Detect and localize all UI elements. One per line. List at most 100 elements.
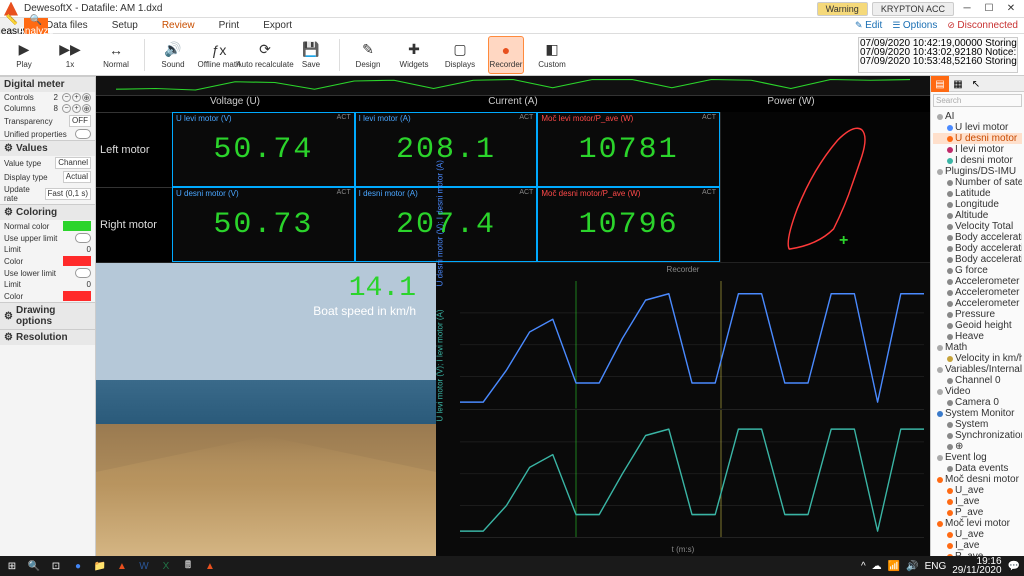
tree-node[interactable]: Accelerometer Y [933, 287, 1022, 298]
search-icon[interactable]: 🔍 [26, 558, 42, 574]
tray-wifi-icon[interactable]: 📶 [888, 561, 900, 572]
taskbar-clock[interactable]: 19:1629/11/2020 [952, 557, 1001, 575]
ribbon-sound-button[interactable]: 🔊Sound [155, 36, 191, 74]
tray-up-icon[interactable]: ^ [861, 561, 866, 572]
transparency-select[interactable]: OFF [69, 115, 91, 127]
menu-setup[interactable]: Setup [110, 20, 140, 31]
options-link[interactable]: ☰ Options [892, 20, 937, 31]
coloring-header[interactable]: ⚙ Coloring [0, 204, 95, 220]
lower-color-swatch[interactable] [63, 291, 91, 301]
tree-node[interactable]: I levi motor [933, 144, 1022, 155]
tree-tab-3[interactable]: ↖ [967, 76, 985, 92]
event-log[interactable]: 07/09/2020 10:42:19,00000 Storing starte… [858, 37, 1018, 73]
digital-meter[interactable]: Moč levi motor/P_ave (W)ACT10781 [537, 112, 720, 187]
tree-node[interactable]: Heave [933, 331, 1022, 342]
channel-search-input[interactable]: Search [933, 94, 1022, 107]
tree-node[interactable]: System [933, 419, 1022, 430]
tree-node[interactable]: Latitude [933, 188, 1022, 199]
close-button[interactable]: ✕ [1002, 2, 1020, 16]
timeline-overview[interactable] [96, 76, 930, 96]
tree-node[interactable]: I_ave [933, 496, 1022, 507]
upper-toggle[interactable] [75, 233, 91, 243]
tree-node[interactable]: Channel 0 [933, 375, 1022, 386]
digital-meter[interactable]: I desni motor (A)ACT207.4 [355, 187, 538, 262]
warning-badge[interactable]: Warning [817, 2, 868, 16]
normal-color-swatch[interactable] [63, 221, 91, 231]
tree-node[interactable]: Accelerometer Z [933, 298, 1022, 309]
dewesoft-icon[interactable]: ▲ [202, 558, 218, 574]
tree-node[interactable]: ⊕ [933, 441, 1022, 452]
digital-meter[interactable]: Moč desni motor/P_ave (W)ACT10796 [537, 187, 720, 262]
tree-node[interactable]: U desni motor [933, 133, 1022, 144]
tree-node[interactable]: P_ave [933, 507, 1022, 518]
recorder-widget[interactable]: Recorder U desni motor (V); I desni moto… [436, 263, 930, 556]
digital-meter[interactable]: I levi motor (A)ACT208.1 [355, 112, 538, 187]
xy-scope[interactable]: + [720, 112, 930, 262]
tree-node[interactable]: Velocity Total [933, 221, 1022, 232]
tree-node[interactable]: Body acceleration Y [933, 243, 1022, 254]
tree-node[interactable]: Video [933, 386, 1022, 397]
windows-taskbar[interactable]: ⊞ 🔍 ⊡ ● 📁 ▲ W X 🖩 ▲ ^ ☁ 📶 🔊 ENG 19:1629/… [0, 556, 1024, 576]
disconnected-link[interactable]: ⊘ Disconnected [947, 20, 1018, 31]
calc-icon[interactable]: 🖩 [180, 558, 196, 574]
upper-color-swatch[interactable] [63, 256, 91, 266]
ribbon-normal-button[interactable]: ↔Normal [98, 36, 134, 74]
pdf-icon[interactable]: ▲ [114, 558, 130, 574]
displaytype-select[interactable]: Actual [63, 171, 91, 183]
tree-node[interactable]: AI [933, 111, 1022, 122]
tree-node[interactable]: U levi motor [933, 122, 1022, 133]
tray-volume-icon[interactable]: 🔊 [906, 561, 918, 572]
unified-toggle[interactable] [75, 129, 91, 139]
ribbon-custom-button[interactable]: ◧Custom [534, 36, 570, 74]
tree-node[interactable]: Variables/Internal variables [933, 364, 1022, 375]
digital-meter[interactable]: U desni motor (V)ACT50.73 [172, 187, 355, 262]
tray-lang[interactable]: ENG [925, 561, 947, 572]
tree-tab-channels[interactable]: ▤ [931, 76, 949, 92]
resolution-header[interactable]: ⚙ Resolution [0, 329, 95, 345]
tree-node[interactable]: Altitude [933, 210, 1022, 221]
tree-node[interactable]: U_ave [933, 485, 1022, 496]
video-widget[interactable]: 14.1 Boat speed in km/h [96, 263, 436, 556]
tree-node[interactable]: Data events [933, 463, 1022, 474]
tree-node[interactable]: Number of satellites [933, 177, 1022, 188]
menu-review[interactable]: Review [160, 20, 197, 31]
tree-node[interactable]: Longitude [933, 199, 1022, 210]
chrome-icon[interactable]: ● [70, 558, 86, 574]
tree-node[interactable]: Body acceleration Z [933, 254, 1022, 265]
channel-tree[interactable]: AIU levi motorU desni motorI levi motorI… [931, 109, 1024, 556]
tree-node[interactable]: Moč desni motor [933, 474, 1022, 485]
tree-node[interactable]: Geoid height [933, 320, 1022, 331]
taskview-icon[interactable]: ⊡ [48, 558, 64, 574]
ribbon-offline-math-button[interactable]: ƒxOffline math [201, 36, 237, 74]
digital-meter-header[interactable]: Digital meter [0, 76, 95, 92]
start-button[interactable]: ⊞ [4, 558, 20, 574]
ribbon-widgets-button[interactable]: ✚Widgets [396, 36, 432, 74]
updaterate-select[interactable]: Fast (0,1 s) [45, 188, 91, 200]
word-icon[interactable]: W [136, 558, 152, 574]
tree-node[interactable]: Camera 0 [933, 397, 1022, 408]
tree-node[interactable]: Plugins/DS-IMU [933, 166, 1022, 177]
valuetype-select[interactable]: Channel [55, 157, 91, 169]
minimize-button[interactable]: ─ [958, 2, 976, 16]
ribbon-displays-button[interactable]: ▢Displays [442, 36, 478, 74]
ribbon-recorder-button[interactable]: ●Recorder [488, 36, 524, 74]
tree-node[interactable]: Moč levi motor [933, 518, 1022, 529]
lower-toggle[interactable] [75, 268, 91, 278]
tree-node[interactable]: G force [933, 265, 1022, 276]
tree-node[interactable]: I_ave [933, 540, 1022, 551]
tree-node[interactable]: U_ave [933, 529, 1022, 540]
ribbon-1x-button[interactable]: ▶▶1x [52, 36, 88, 74]
maximize-button[interactable]: ☐ [980, 2, 998, 16]
tree-node[interactable]: Body acceleration X [933, 232, 1022, 243]
values-header[interactable]: ⚙ Values [0, 140, 95, 156]
tree-node[interactable]: Velocity in km/h [933, 353, 1022, 364]
tree-node[interactable]: Pressure [933, 309, 1022, 320]
digital-meter[interactable]: U levi motor (V)ACT50.74 [172, 112, 355, 187]
tree-node[interactable]: I desni motor [933, 155, 1022, 166]
device-badge[interactable]: KRYPTON ACC [872, 2, 954, 16]
tray-notification-icon[interactable]: 💬 [1008, 561, 1020, 572]
menu-print[interactable]: Print [217, 20, 242, 31]
tree-node[interactable]: Event log [933, 452, 1022, 463]
ribbon-auto-recalculate-button[interactable]: ⟳Auto recalculate [247, 36, 283, 74]
ribbon-play-button[interactable]: ▶Play [6, 36, 42, 74]
